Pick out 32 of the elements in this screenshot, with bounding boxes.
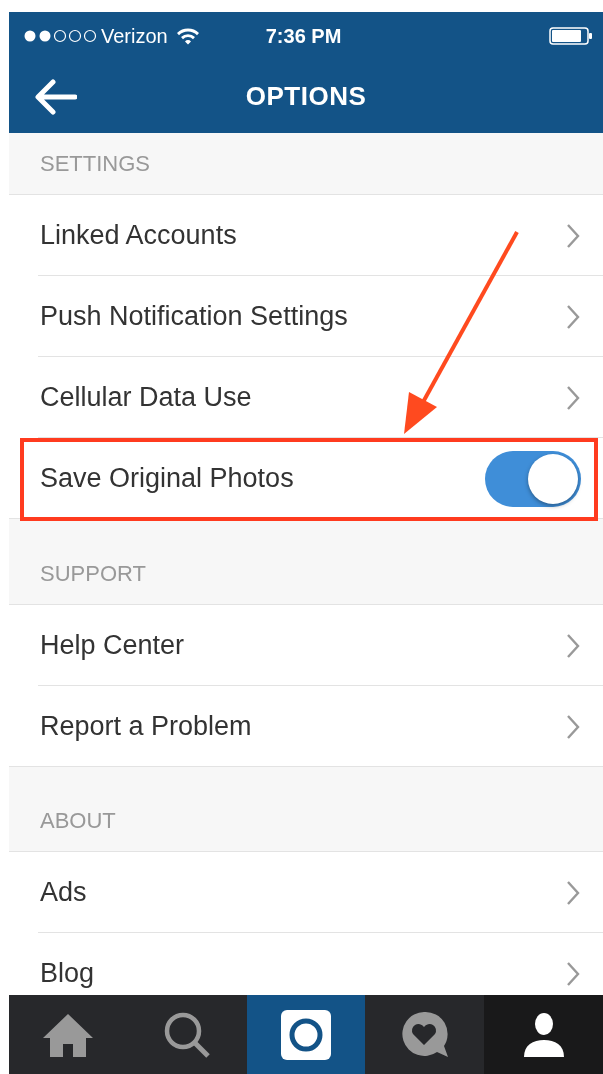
home-icon (42, 1011, 95, 1058)
back-button[interactable] (33, 78, 77, 115)
screen-title: OPTIONS (245, 81, 367, 111)
chevron-icon (565, 384, 581, 411)
section-header: ABOUT (40, 807, 116, 835)
row-label[interactable]: Blog (40, 953, 95, 994)
camera-icon (280, 1008, 332, 1061)
row-label[interactable]: Help Center (40, 625, 185, 666)
chevron-icon (565, 879, 581, 906)
wifi-icon (175, 27, 200, 45)
chevron-icon (565, 632, 581, 659)
search-icon (163, 1010, 212, 1059)
row-label[interactable]: Report a Problem (40, 706, 252, 747)
chevron-icon (565, 303, 581, 330)
back-arrow-icon (33, 78, 77, 115)
tab-button[interactable] (484, 995, 603, 1074)
row-label[interactable]: Linked Accounts (40, 215, 237, 256)
signal-icon (23, 29, 97, 43)
chevron-icon (565, 713, 581, 740)
heart-bubble-icon (399, 1010, 450, 1059)
toggle-switch[interactable] (485, 450, 581, 507)
section-header: SETTINGS (40, 150, 150, 178)
chevron-icon (565, 960, 581, 987)
row-label[interactable]: Ads (40, 872, 87, 913)
time-text: 7:36 PM (265, 24, 342, 49)
profile-icon (521, 1011, 566, 1058)
chevron-icon (565, 222, 581, 249)
carrier-text: Verizon (101, 24, 168, 49)
tab-button[interactable] (246, 995, 366, 1074)
section-header: SUPPORT (40, 560, 146, 588)
row-label[interactable]: Cellular Data Use (40, 377, 252, 418)
battery-icon (549, 26, 593, 46)
